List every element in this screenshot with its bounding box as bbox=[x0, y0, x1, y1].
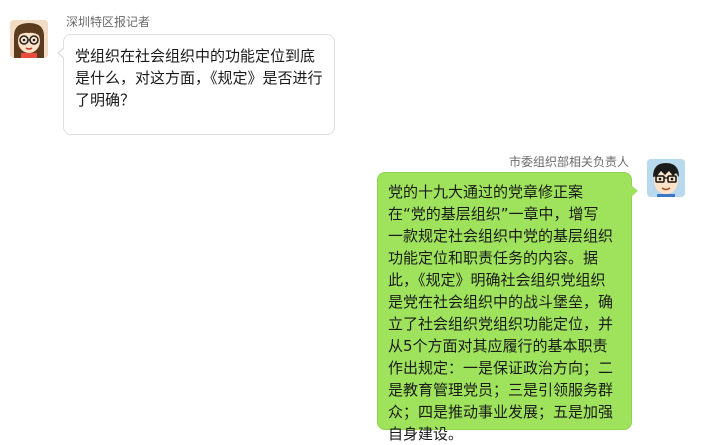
message-line: 了明确？ bbox=[75, 91, 136, 109]
message-line: 在“党的基层组织”一章中，增写 bbox=[388, 205, 599, 223]
message-line: 立了社会组织党组织功能定位，并 bbox=[388, 315, 614, 333]
message-line: 从5个方面对其应履行的基本职责 bbox=[388, 337, 608, 355]
message-line: 此，《规定》明确社会组织党组织 bbox=[388, 271, 606, 289]
message-line: 功能定位和职责任务的内容。据 bbox=[388, 249, 599, 267]
message-line: 是党在社会组织中的战斗堡垒，确 bbox=[388, 293, 614, 311]
boy-with-glasses-avatar-icon bbox=[647, 159, 685, 197]
message-line: 众；四是推动事业发展；五是加强 bbox=[388, 403, 614, 421]
message-line: 党的十九大通过的党章修正案 bbox=[388, 183, 584, 201]
message-line: 是什么，对这方面，《规定》是否进行 bbox=[75, 69, 323, 87]
message-bubble-reporter[interactable]: 党组织在社会组织中的功能定位到底 是什么，对这方面，《规定》是否进行 了明确？ bbox=[57, 34, 335, 135]
sender-name-official: 市委组织部相关负责人 bbox=[508, 155, 629, 169]
message-bubble-official[interactable]: 党的十九大通过的党章修正案 在“党的基层组织”一章中，增写 一款规定社会组织中党… bbox=[377, 172, 638, 443]
message-line: 党组织在社会组织中的功能定位到底 bbox=[75, 47, 316, 65]
message-line: 一款规定社会组织中党的基层组织 bbox=[388, 227, 614, 245]
message-line: 自身建设。 bbox=[388, 425, 464, 443]
message-line: 是教育管理党员；三是引领服务群 bbox=[388, 381, 614, 399]
sender-name-reporter: 深圳特区报记者 bbox=[66, 15, 151, 29]
message-line: 作出规定：一是保证政治方向；二 bbox=[388, 359, 614, 377]
girl-with-glasses-avatar-icon bbox=[10, 20, 48, 58]
